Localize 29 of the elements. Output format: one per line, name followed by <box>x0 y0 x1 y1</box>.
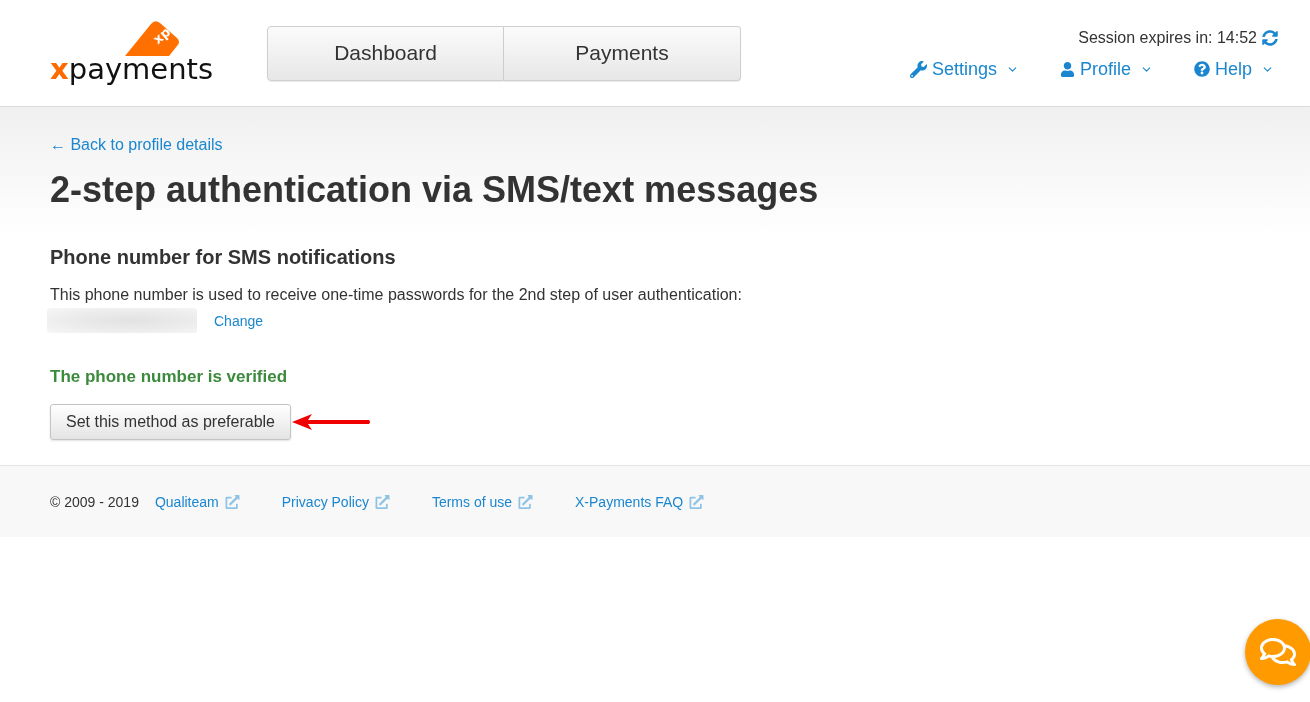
footer-link[interactable]: X-Payments FAQ <box>575 493 705 510</box>
menu-dropdown[interactable]: Help <box>1193 58 1274 80</box>
footer-link[interactable]: Terms of use <box>431 493 534 510</box>
back-link[interactable]: ← Back to profile details <box>50 135 223 155</box>
session-timer: Session expires in: 14:52 <box>1078 28 1257 47</box>
external-link-icon <box>224 494 240 509</box>
logo[interactable]: xp xpayments <box>50 18 215 84</box>
verified-status: The phone number is verified <box>50 367 289 387</box>
nav-tab[interactable]: Payments <box>504 25 741 81</box>
nav-tab[interactable]: Dashboard <box>267 25 504 81</box>
description-text: This phone number is used to receive one-time passwords for the 2nd step of user authentication: <box>50 285 743 305</box>
help-icon <box>1193 61 1210 77</box>
wrench-icon <box>909 60 927 78</box>
menu-dropdown[interactable]: Profile <box>1059 58 1153 80</box>
chat-bubbles-icon <box>1260 636 1296 668</box>
section-heading: Phone number for SMS notifications <box>50 245 397 269</box>
copyright-text: © 2009 - 2019 <box>50 493 139 510</box>
chat-button[interactable] <box>1245 619 1310 685</box>
external-link-icon <box>374 494 390 509</box>
user-icon <box>1059 61 1075 77</box>
footer-link[interactable]: Privacy Policy <box>281 493 390 510</box>
external-link-icon <box>518 494 534 509</box>
page-title: 2-step authentication via SMS/text messages <box>50 168 820 211</box>
refresh-icon[interactable] <box>1262 29 1278 46</box>
menu-dropdown[interactable]: Settings <box>909 58 1019 80</box>
set-preferable-button[interactable]: Set this method as preferable <box>50 404 291 440</box>
change-link[interactable]: Change <box>214 312 264 329</box>
footer-link[interactable]: Qualiteam <box>154 493 240 510</box>
external-link-icon <box>689 494 705 509</box>
